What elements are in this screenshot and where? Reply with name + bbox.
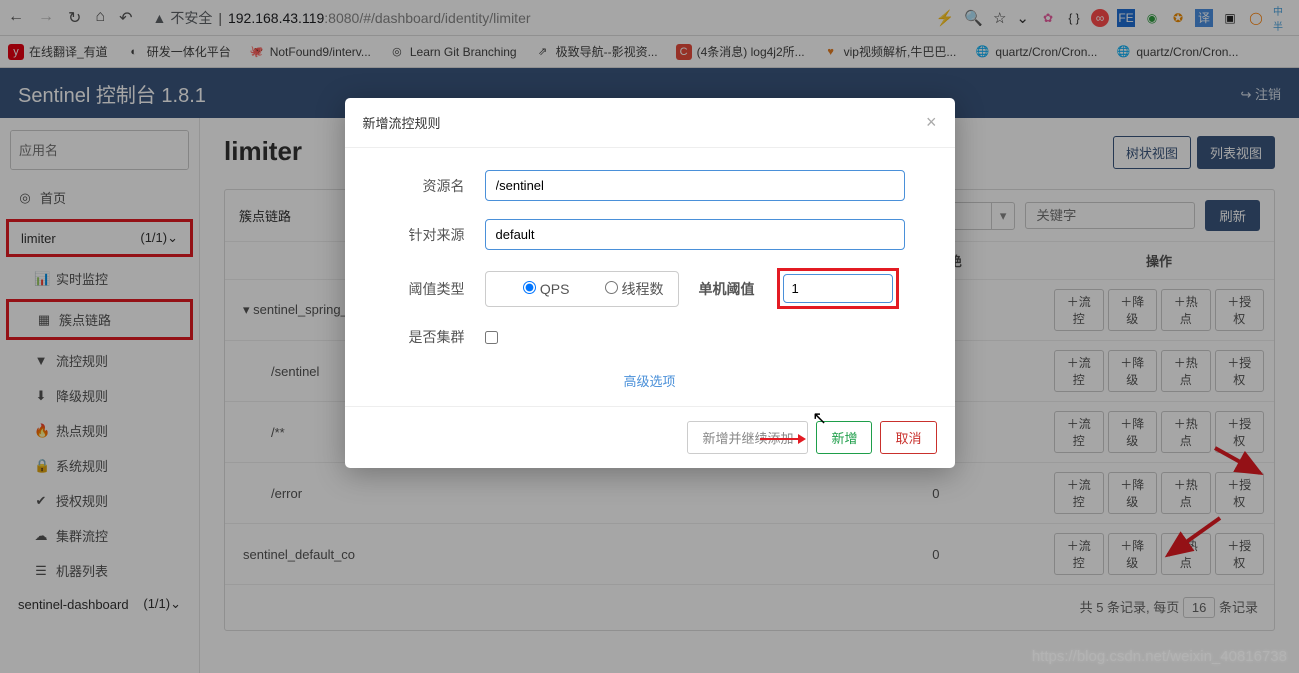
add-continue-button[interactable]: 新增并继续添加 xyxy=(687,421,808,454)
cluster-checkbox[interactable] xyxy=(485,331,498,344)
threshold-input[interactable] xyxy=(783,274,893,303)
flow-rule-modal: 新增流控规则 × 资源名 针对来源 阈值类型 QPS 线程数 单机阈值 xyxy=(345,98,955,468)
label-resource: 资源名 xyxy=(395,176,465,196)
label-threshold: 单机阈值 xyxy=(699,279,755,299)
watermark: https://blog.csdn.net/weixin_40816738 xyxy=(1032,648,1287,665)
add-button[interactable]: 新增 xyxy=(816,421,872,454)
label-cluster: 是否集群 xyxy=(395,327,465,347)
modal-overlay: 新增流控规则 × 资源名 针对来源 阈值类型 QPS 线程数 单机阈值 xyxy=(0,0,1299,673)
label-type: 阈值类型 xyxy=(395,279,465,299)
cancel-button[interactable]: 取消 xyxy=(880,421,936,454)
origin-input[interactable] xyxy=(485,219,905,250)
modal-title: 新增流控规则 xyxy=(363,113,441,132)
label-origin: 针对来源 xyxy=(395,225,465,245)
threshold-type: QPS 线程数 xyxy=(485,271,679,307)
radio-qps[interactable] xyxy=(523,281,536,294)
resource-input[interactable] xyxy=(485,170,905,201)
advanced-link[interactable]: 高级选项 xyxy=(623,374,675,389)
radio-thread[interactable] xyxy=(605,281,618,294)
close-icon[interactable]: × xyxy=(926,112,937,133)
